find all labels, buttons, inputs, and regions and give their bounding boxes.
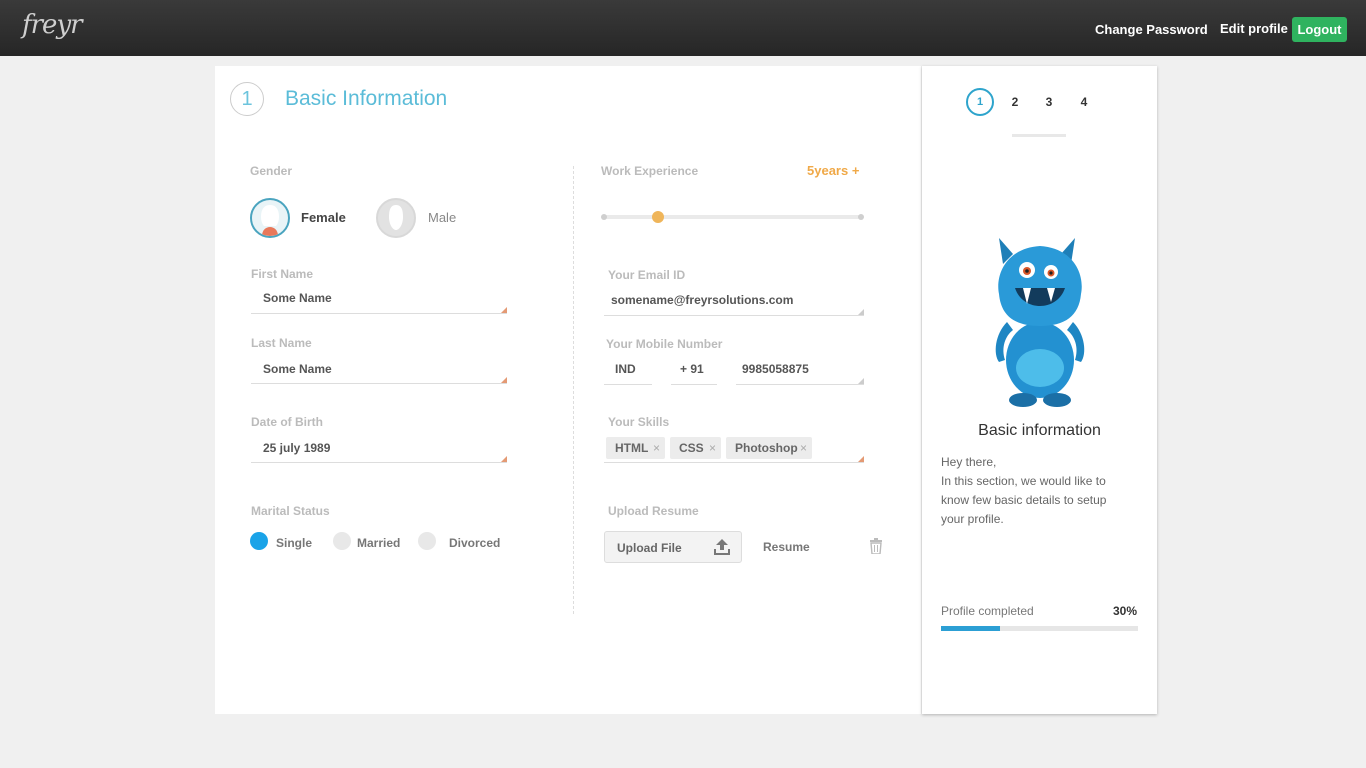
first-name-label: First Name <box>251 267 314 281</box>
step-nav-4[interactable]: 4 <box>1070 88 1098 116</box>
email-label: Your Email ID <box>608 268 686 282</box>
logout-button[interactable]: Logout <box>1292 17 1347 42</box>
skill-chip-label: CSS <box>679 441 704 455</box>
upload-file-label: Upload File <box>617 541 682 555</box>
profile-progress-fill <box>941 626 1001 631</box>
country-select[interactable]: IND <box>615 362 636 376</box>
last-name-underline <box>251 383 507 384</box>
sidebar-text-line: your profile. <box>941 512 1004 526</box>
radio-married-label[interactable]: Married <box>357 536 400 550</box>
edit-profile-link[interactable]: Edit profile <box>1220 21 1288 36</box>
profile-progress-bar <box>941 626 1138 631</box>
email-underline <box>604 315 864 316</box>
mobile-underline <box>736 384 864 385</box>
male-avatar-icon <box>389 205 403 230</box>
skills-label: Your Skills <box>608 415 670 429</box>
top-bar: freyr Change Password Edit profile Logou… <box>0 0 1366 56</box>
profile-completed-percent: 30% <box>1113 604 1138 618</box>
experience-slider-track[interactable] <box>604 215 860 219</box>
basic-information-card: 1 Basic Information Gender Female Male F… <box>215 66 921 714</box>
resize-corner-icon <box>501 456 507 462</box>
radio-married[interactable] <box>333 532 351 550</box>
resize-corner-icon <box>501 307 507 313</box>
dob-underline <box>251 462 507 463</box>
radio-divorced-label[interactable]: Divorced <box>449 536 500 550</box>
email-field[interactable]: somename@freyrsolutions.com <box>611 293 793 307</box>
skill-chip: Photoshop × <box>726 437 812 459</box>
country-code-field[interactable]: + 91 <box>680 362 704 376</box>
step-indicator-bar <box>1012 134 1066 137</box>
skill-chip-label: HTML <box>615 441 649 455</box>
dob-label: Date of Birth <box>251 415 323 429</box>
mobile-number-field[interactable]: 9985058875 <box>742 362 809 376</box>
first-name-underline <box>251 313 507 314</box>
skill-chip: CSS × <box>670 437 721 459</box>
resize-corner-icon <box>858 309 864 315</box>
monster-mascot-icon <box>995 238 1085 407</box>
sidebar-text-line: Hey there, <box>941 455 997 469</box>
progress-sidebar: 1 2 3 4 Basic information Hey there, In … <box>922 66 1157 714</box>
upload-icon <box>714 539 730 555</box>
sidebar-text-line: know few basic details to setup <box>941 493 1107 507</box>
resize-corner-icon <box>501 377 507 383</box>
marital-status-label: Marital Status <box>251 504 330 518</box>
gender-label: Gender <box>250 164 293 178</box>
slider-start-dot <box>601 214 607 220</box>
country-underline <box>604 384 652 385</box>
radio-single[interactable] <box>250 532 268 550</box>
upload-resume-label: Upload Resume <box>608 504 699 518</box>
resume-file-name: Resume <box>763 540 810 554</box>
trash-icon[interactable] <box>869 538 883 554</box>
step-number-badge: 1 <box>230 82 264 116</box>
mobile-label: Your Mobile Number <box>606 337 723 351</box>
upload-file-button[interactable]: Upload File <box>604 531 742 563</box>
slider-end-dot <box>858 214 864 220</box>
code-underline <box>671 384 717 385</box>
sidebar-title: Basic information <box>978 422 1101 439</box>
female-option-label[interactable]: Female <box>301 210 346 225</box>
dob-field[interactable]: 25 july 1989 <box>263 441 330 455</box>
skill-chip-label: Photoshop <box>735 441 798 455</box>
change-password-link[interactable]: Change Password <box>1095 22 1208 37</box>
remove-skill-icon[interactable]: × <box>653 437 660 459</box>
last-name-label: Last Name <box>251 336 312 350</box>
male-option-label[interactable]: Male <box>428 210 456 225</box>
remove-skill-icon[interactable]: × <box>709 437 716 459</box>
radio-single-label[interactable]: Single <box>276 536 312 550</box>
sidebar-text-line: In this section, we would like to <box>941 474 1106 488</box>
first-name-field[interactable]: Some Name <box>263 291 332 305</box>
step-nav-2[interactable]: 2 <box>1001 88 1029 116</box>
work-experience-label: Work Experience <box>601 164 699 178</box>
experience-slider-handle[interactable] <box>652 211 664 223</box>
resize-corner-icon <box>858 456 864 462</box>
resize-corner-icon <box>858 378 864 384</box>
last-name-field[interactable]: Some Name <box>263 362 332 376</box>
female-avatar-option[interactable] <box>250 198 290 238</box>
work-experience-value: 5years + <box>807 163 860 178</box>
step-nav-3[interactable]: 3 <box>1035 88 1063 116</box>
column-divider <box>573 166 574 614</box>
step-nav-1[interactable]: 1 <box>966 88 994 116</box>
freyr-logo[interactable]: freyr <box>22 10 83 40</box>
radio-divorced[interactable] <box>418 532 436 550</box>
female-avatar-icon <box>261 205 279 236</box>
skills-underline <box>604 462 864 463</box>
male-avatar-option[interactable] <box>376 198 416 238</box>
page-title: Basic Information <box>285 87 448 110</box>
sidebar-description: Hey there, In this section, we would lik… <box>941 453 1141 529</box>
skill-chip: HTML × <box>606 437 665 459</box>
profile-completed-label: Profile completed <box>941 604 1034 618</box>
remove-skill-icon[interactable]: × <box>800 437 807 459</box>
